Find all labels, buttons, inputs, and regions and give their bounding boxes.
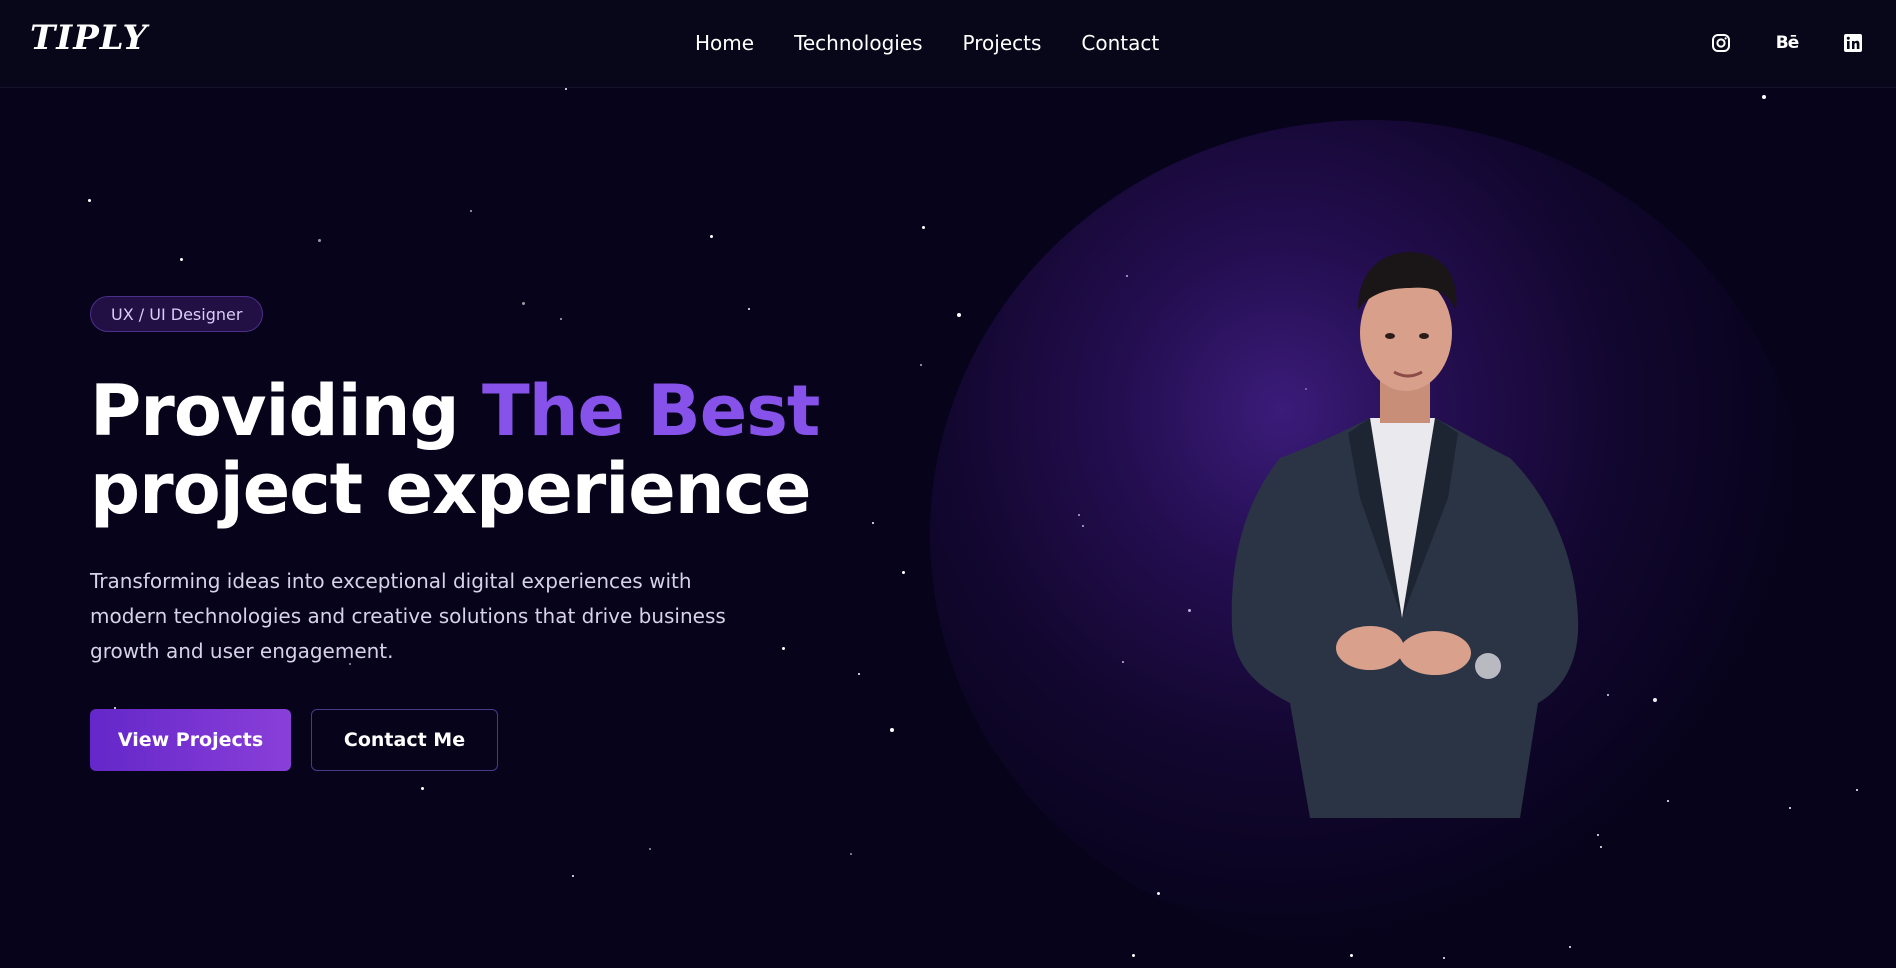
headline-accent: The Best [481, 370, 820, 452]
landing-page: TIPLY Home Technologies Projects Contact… [0, 0, 1896, 968]
hero-headline: Providing The Best project experience [90, 370, 820, 530]
star [890, 728, 894, 732]
star [1856, 789, 1858, 791]
star [318, 239, 321, 242]
nav-contact[interactable]: Contact [1081, 30, 1159, 56]
star [522, 302, 525, 305]
star [572, 875, 574, 877]
hero-description: Transforming ideas into exceptional digi… [90, 569, 726, 663]
star [1443, 957, 1445, 959]
star [922, 226, 925, 229]
star [872, 522, 874, 524]
star [560, 318, 562, 320]
headline-part-1: Providing [90, 370, 482, 452]
site-header: TIPLY Home Technologies Projects Contact… [0, 0, 1896, 88]
star [649, 848, 651, 850]
star [1132, 954, 1135, 957]
star [782, 647, 785, 650]
star [957, 313, 961, 317]
star [858, 673, 860, 675]
star [1762, 95, 1766, 99]
portrait-image [1231, 252, 1579, 818]
instagram-icon[interactable] [1708, 30, 1734, 56]
nav-home[interactable]: Home [695, 30, 754, 56]
star [1350, 954, 1353, 957]
star [421, 787, 424, 790]
star [748, 308, 750, 310]
view-projects-button[interactable]: View Projects [90, 709, 291, 771]
star [1789, 807, 1791, 809]
nav-technologies[interactable]: Technologies [794, 30, 922, 56]
star [565, 88, 567, 90]
role-badge: UX / UI Designer [90, 296, 264, 332]
star [1569, 946, 1571, 948]
social-links: Bē [1708, 30, 1866, 56]
linkedin-icon[interactable] [1840, 30, 1866, 56]
star [180, 258, 183, 261]
main-nav: Home Technologies Projects Contact [695, 30, 1199, 56]
star [710, 235, 713, 238]
star [470, 210, 472, 212]
star [902, 571, 905, 574]
star [88, 199, 91, 202]
headline-part-2: project experience [90, 448, 812, 530]
logo[interactable]: TIPLY [30, 18, 148, 58]
behance-icon[interactable]: Bē [1774, 30, 1800, 56]
star [850, 853, 852, 855]
contact-me-button[interactable]: Contact Me [311, 709, 498, 771]
star [920, 364, 922, 366]
nav-projects[interactable]: Projects [963, 30, 1042, 56]
